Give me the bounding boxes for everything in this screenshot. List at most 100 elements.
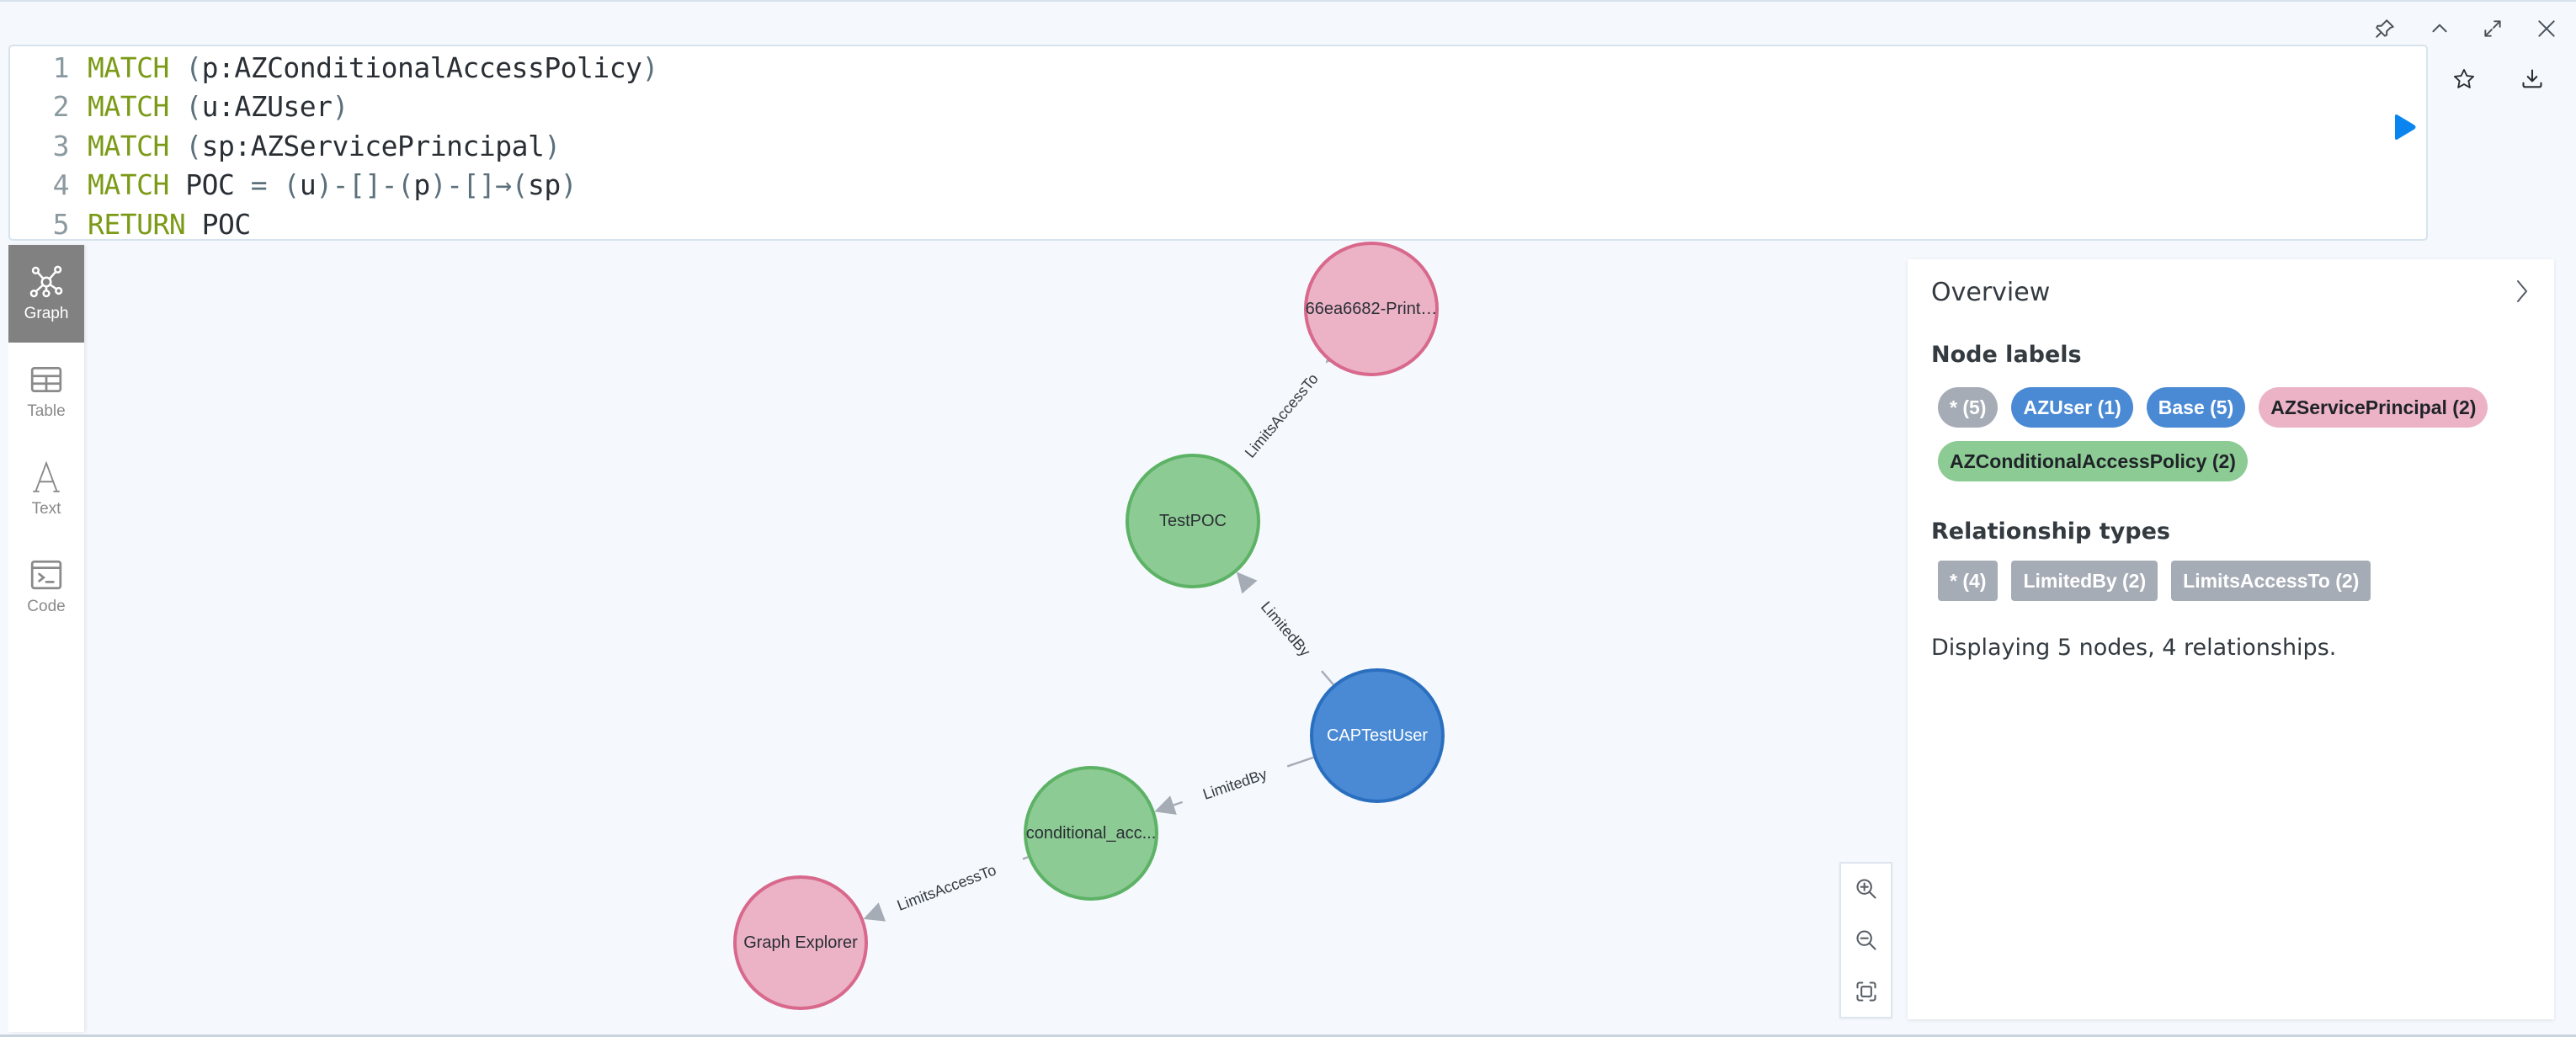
code-icon	[30, 560, 62, 590]
code-keyword: RETURN	[88, 207, 186, 241]
code-token: )	[544, 129, 561, 162]
line-number: 4	[52, 168, 70, 201]
overview-panel: Overview Node labels * (5) AZUser (1) Base…	[1908, 259, 2554, 1019]
line-number: 2	[52, 90, 70, 123]
zoom-in-icon	[1855, 879, 1876, 899]
code-token: )	[560, 168, 577, 201]
tab-table-label: Table	[27, 402, 66, 420]
close-icon[interactable]	[2531, 13, 2562, 44]
zoom-out-icon	[1855, 930, 1876, 950]
relationship-edge[interactable]: LimitedBy	[1154, 756, 1314, 815]
code-token: =	[250, 168, 268, 201]
code-line[interactable]: 5 RETURN POC	[10, 205, 252, 243]
chevron-up-icon[interactable]	[2424, 13, 2455, 44]
node-label: conditional_acc...	[1026, 824, 1157, 843]
line-number: 1	[52, 51, 70, 84]
edge-line[interactable]	[1286, 756, 1314, 768]
edge-line[interactable]	[1321, 670, 1334, 686]
code-line[interactable]: 4 MATCH POC = (u)-[]-(p)-[]→(sp)	[10, 166, 577, 205]
query-editor[interactable]: 1 MATCH (p:AZConditionalAccessPolicy) 2 MAT…	[8, 45, 2428, 241]
tab-text[interactable]: Text	[8, 440, 84, 538]
node-label-chip[interactable]: AZUser (1)	[2011, 387, 2133, 428]
tab-code[interactable]: Code	[8, 538, 84, 635]
edge-line[interactable]	[1022, 856, 1029, 860]
relationship-type-chips: * (4) LimitedBy (2) LimitsAccessTo (2)	[1938, 561, 2527, 601]
relationship-type-chip[interactable]: LimitsAccessTo (2)	[2171, 561, 2371, 601]
code-line[interactable]: 3 MATCH (sp:AZServicePrincipal)	[10, 126, 562, 165]
relationship-type-chip[interactable]: LimitedBy (2)	[2011, 561, 2158, 601]
zoom-in-button[interactable]	[1850, 872, 1883, 906]
node-label: CAPTestUser	[1327, 726, 1428, 745]
fit-to-screen-button[interactable]	[1850, 975, 1883, 1008]
code-keyword: MATCH	[88, 129, 169, 162]
node-label: Graph Explorer	[743, 933, 858, 952]
edge-label: LimitsAccessTo	[895, 861, 998, 913]
run-query-button[interactable]	[2389, 112, 2419, 142]
tab-text-label: Text	[31, 500, 61, 518]
relationship-edge[interactable]: LimitsAccessTo	[1228, 341, 1347, 479]
tab-table[interactable]: Table	[8, 343, 84, 440]
line-number: 3	[52, 129, 70, 162]
tab-code-label: Code	[27, 598, 66, 615]
download-icon	[2522, 69, 2542, 88]
graph-node[interactable]: Graph Explorer	[733, 875, 868, 1010]
collapse-overview-button[interactable]	[2507, 276, 2537, 306]
code-token: (	[185, 129, 202, 162]
relationship-type-chip[interactable]: * (4)	[1938, 561, 1999, 601]
download-button[interactable]	[2515, 62, 2549, 96]
graph-node[interactable]: TestPOC	[1126, 454, 1260, 588]
code-token: )	[332, 90, 349, 123]
graph-node[interactable]: 66ea6682-Print…	[1304, 242, 1439, 376]
code-token: u	[299, 168, 317, 201]
star-icon	[2453, 68, 2475, 88]
overview-status: Displaying 5 nodes, 4 relationships.	[1931, 635, 2337, 661]
node-label-chip[interactable]: AZServicePrincipal (2)	[2259, 387, 2488, 428]
node-label: 66ea6682-Print…	[1306, 300, 1438, 318]
graph-node[interactable]: CAPTestUser	[1310, 668, 1445, 803]
code-token: )-[]-(	[316, 168, 414, 201]
chevron-right-icon	[2517, 280, 2528, 302]
fit-to-screen-icon	[1855, 981, 1876, 1002]
edge-arrow[interactable]	[1236, 572, 1258, 594]
code-line[interactable]: 1 MATCH (p:AZConditionalAccessPolicy)	[10, 48, 659, 87]
edge-arrow[interactable]	[863, 902, 886, 922]
code-line[interactable]: 2 MATCH (u:AZUser)	[10, 88, 349, 126]
code-token: p:AZConditionalAccessPolicy	[201, 51, 642, 84]
line-number: 5	[52, 207, 70, 241]
relationship-types-heading: Relationship types	[1931, 518, 2171, 545]
edge-arrow[interactable]	[1154, 795, 1184, 815]
node-labels-heading: Node labels	[1931, 342, 2082, 368]
relationship-edge[interactable]: LimitedBy	[1236, 572, 1334, 686]
node-label-chip[interactable]: * (5)	[1938, 387, 1999, 428]
node-label-chip[interactable]: Base (5)	[2146, 387, 2246, 428]
code-token: (	[283, 168, 300, 201]
edge-label: LimitedBy	[1258, 598, 1314, 660]
graph-icon	[29, 265, 63, 298]
edge-label: LimitsAccessTo	[1242, 370, 1322, 461]
graph-node[interactable]: conditional_acc...	[1024, 766, 1158, 901]
code-token: (	[185, 51, 202, 84]
code-token: u:AZUser	[201, 90, 333, 123]
node-label: TestPOC	[1159, 512, 1227, 530]
node-label-chip[interactable]: AZConditionalAccessPolicy (2)	[1938, 441, 2248, 481]
pin-icon[interactable]	[2370, 13, 2400, 44]
expand-icon[interactable]	[2478, 13, 2508, 44]
code-token: POC	[185, 168, 235, 201]
code-token: p	[413, 168, 430, 201]
code-token: sp:AZServicePrincipal	[201, 129, 545, 162]
tab-graph[interactable]: Graph	[8, 245, 84, 343]
relationship-edge[interactable]: LimitsAccessTo	[863, 856, 1029, 922]
node-label-chips: * (5) AZUser (1) Base (5) AZServicePrincipa…	[1938, 387, 2527, 481]
code-token: )	[641, 51, 659, 84]
zoom-out-button[interactable]	[1850, 923, 1883, 957]
favorite-button[interactable]	[2447, 62, 2481, 96]
code-token: POC	[201, 207, 252, 241]
text-icon	[33, 460, 60, 492]
table-icon	[30, 366, 62, 393]
